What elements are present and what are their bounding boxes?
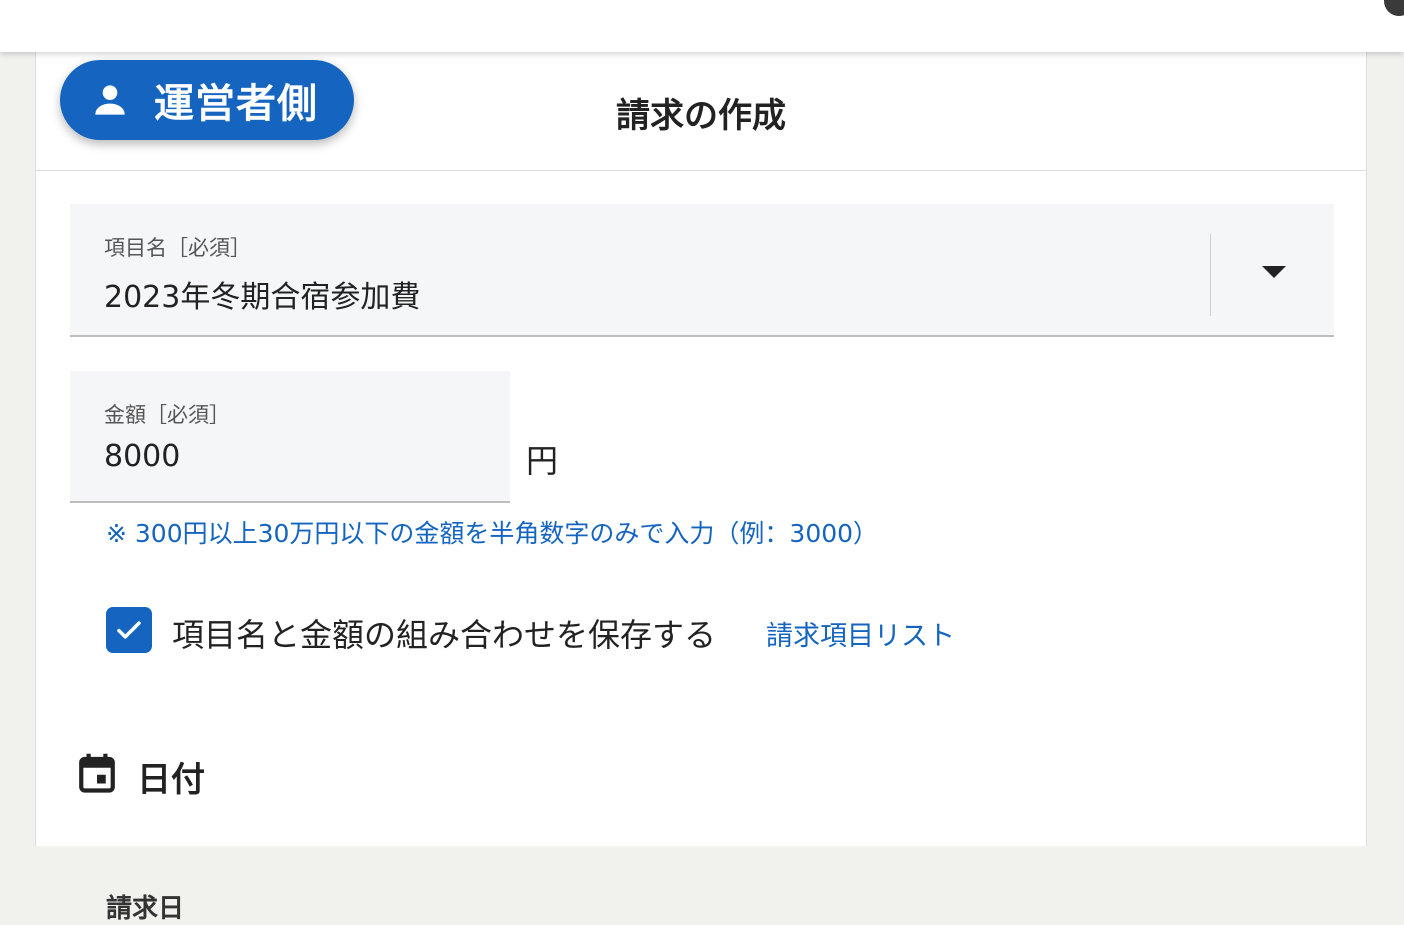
calendar-icon bbox=[79, 753, 115, 793]
save-combination-checkbox[interactable] bbox=[106, 607, 152, 653]
amount-label: 金額［必須］ bbox=[104, 403, 230, 427]
role-badge: 運営者側 bbox=[60, 60, 354, 140]
amount-value[interactable]: 8000 bbox=[104, 439, 180, 474]
billing-date-label: 請求日 bbox=[106, 894, 185, 924]
checkmark-icon bbox=[117, 621, 141, 639]
amount-field[interactable]: 金額［必須］ 8000 bbox=[70, 371, 510, 503]
amount-unit: 円 bbox=[526, 442, 559, 480]
item-name-field[interactable]: 項目名［必須］ 2023年冬期合宿参加費 bbox=[70, 204, 1334, 337]
billing-item-list-link[interactable]: 請求項目リスト bbox=[766, 614, 955, 653]
person-icon bbox=[95, 85, 125, 115]
amount-hint: ※ 300円以上30万円以下の金額を半角数字のみで入力（例：3000） bbox=[106, 519, 879, 548]
field-divider bbox=[1210, 234, 1211, 316]
item-name-label: 項目名［必須］ bbox=[104, 236, 251, 260]
dropdown-button[interactable] bbox=[1256, 254, 1292, 290]
role-badge-label: 運営者側 bbox=[154, 81, 318, 127]
caret-down-icon bbox=[1262, 266, 1286, 278]
form-card: 請求の作成 項目名［必須］ 2023年冬期合宿参加費 金額［必須］ 8000 円… bbox=[35, 52, 1367, 924]
item-name-value[interactable]: 2023年冬期合宿参加費 bbox=[104, 272, 420, 316]
account-icon[interactable] bbox=[1384, 0, 1404, 16]
save-combination-label[interactable]: 項目名と金額の組み合わせを保存する bbox=[172, 610, 716, 656]
top-bar bbox=[0, 0, 1404, 52]
date-section-title: 日付 bbox=[137, 760, 205, 800]
